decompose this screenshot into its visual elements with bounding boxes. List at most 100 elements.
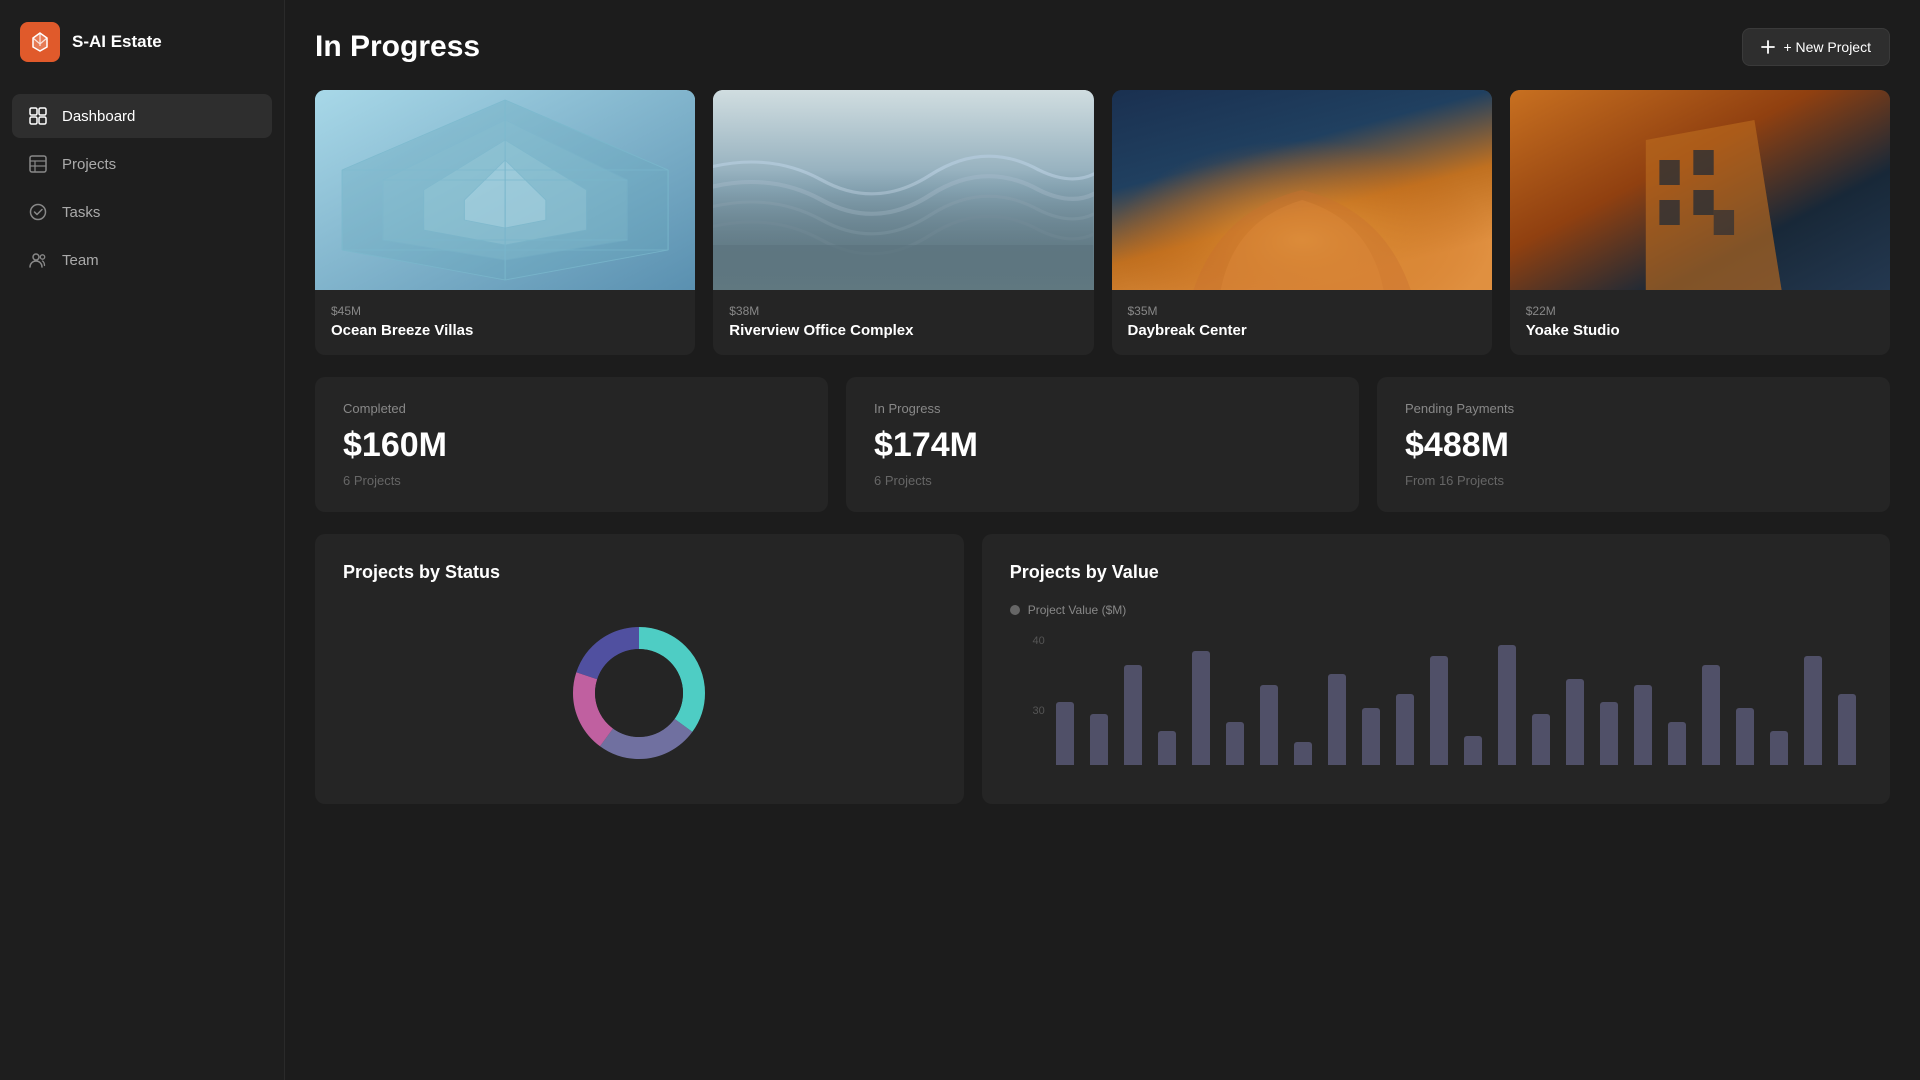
bar bbox=[1464, 736, 1482, 765]
bar bbox=[1634, 685, 1652, 765]
stat-card-in-progress: In Progress $174M 6 Projects bbox=[846, 377, 1359, 512]
project-cards-grid: $45M Ocean Breeze Villas bbox=[315, 90, 1890, 355]
sidebar: S-AI Estate Dashboard bbox=[0, 0, 285, 1080]
bar bbox=[1566, 679, 1584, 765]
project-card-1-image bbox=[315, 90, 695, 290]
legend-dot bbox=[1010, 605, 1020, 615]
bar bbox=[1260, 685, 1278, 765]
project-card-4-name: Yoake Studio bbox=[1526, 322, 1874, 339]
sidebar-item-projects[interactable]: Projects bbox=[12, 142, 272, 186]
project-card-3-price: $35M bbox=[1128, 304, 1476, 318]
project-card-4-image bbox=[1510, 90, 1890, 290]
project-card-4-info: $22M Yoake Studio bbox=[1510, 290, 1890, 355]
app-logo: S-AI Estate bbox=[0, 0, 284, 84]
bar-group bbox=[1220, 722, 1250, 765]
stat-completed-label: Completed bbox=[343, 401, 800, 416]
bar-group bbox=[1560, 679, 1590, 765]
new-project-button[interactable]: + New Project bbox=[1742, 28, 1890, 66]
bar bbox=[1226, 722, 1244, 765]
bar bbox=[1600, 702, 1618, 765]
project-card-1-info: $45M Ocean Breeze Villas bbox=[315, 290, 695, 355]
bar-group bbox=[1356, 708, 1386, 765]
bar bbox=[1192, 651, 1210, 765]
plus-icon bbox=[1761, 40, 1775, 54]
app-name: S-AI Estate bbox=[72, 32, 162, 52]
project-card-1[interactable]: $45M Ocean Breeze Villas bbox=[315, 90, 695, 355]
bar-group bbox=[1390, 694, 1420, 765]
bar-group bbox=[1458, 736, 1488, 765]
y-label-30: 30 bbox=[1010, 705, 1045, 717]
sidebar-item-dashboard-label: Dashboard bbox=[62, 108, 135, 125]
page-title: In Progress bbox=[315, 30, 480, 64]
bar bbox=[1770, 731, 1788, 765]
bar bbox=[1158, 731, 1176, 765]
main-content: In Progress + New Project bbox=[285, 0, 1920, 1080]
page-header: In Progress + New Project bbox=[315, 28, 1890, 66]
bar-group bbox=[1492, 645, 1522, 765]
bar-group bbox=[1730, 708, 1760, 765]
stats-row: Completed $160M 6 Projects In Progress $… bbox=[315, 377, 1890, 512]
sidebar-nav: Dashboard Projects Tasks bbox=[0, 84, 284, 292]
bar-group bbox=[1662, 722, 1692, 765]
project-card-3-image bbox=[1112, 90, 1492, 290]
bar bbox=[1056, 702, 1074, 765]
project-card-4[interactable]: $22M Yoake Studio bbox=[1510, 90, 1890, 355]
table-icon bbox=[28, 154, 48, 174]
stat-progress-label: In Progress bbox=[874, 401, 1331, 416]
sidebar-item-team[interactable]: Team bbox=[12, 238, 272, 282]
sidebar-item-tasks[interactable]: Tasks bbox=[12, 190, 272, 234]
check-circle-icon bbox=[28, 202, 48, 222]
sidebar-item-dashboard[interactable]: Dashboard bbox=[12, 94, 272, 138]
bar bbox=[1124, 665, 1142, 765]
legend-label: Project Value ($M) bbox=[1028, 603, 1126, 617]
project-card-1-name: Ocean Breeze Villas bbox=[331, 322, 679, 339]
charts-row: Projects by Status bbox=[315, 534, 1890, 804]
stat-completed-sub: 6 Projects bbox=[343, 473, 800, 488]
bar bbox=[1328, 674, 1346, 765]
project-card-3-info: $35M Daybreak Center bbox=[1112, 290, 1492, 355]
bar bbox=[1668, 722, 1686, 765]
stat-pending-label: Pending Payments bbox=[1405, 401, 1862, 416]
project-card-2-image bbox=[713, 90, 1093, 290]
project-card-2-info: $38M Riverview Office Complex bbox=[713, 290, 1093, 355]
bar bbox=[1702, 665, 1720, 765]
y-axis: 40 30 bbox=[1010, 635, 1045, 775]
project-card-1-price: $45M bbox=[331, 304, 679, 318]
chart-status-title: Projects by Status bbox=[343, 562, 936, 583]
bar-group bbox=[1118, 665, 1148, 765]
bar-group bbox=[1798, 656, 1828, 765]
stat-card-completed: Completed $160M 6 Projects bbox=[315, 377, 828, 512]
stat-completed-value: $160M bbox=[343, 426, 800, 465]
bar-group bbox=[1186, 651, 1216, 765]
project-card-4-price: $22M bbox=[1526, 304, 1874, 318]
chart-value-title: Projects by Value bbox=[1010, 562, 1862, 583]
stat-progress-sub: 6 Projects bbox=[874, 473, 1331, 488]
bar bbox=[1804, 656, 1822, 765]
new-project-label: + New Project bbox=[1783, 39, 1871, 55]
logo-icon bbox=[20, 22, 60, 62]
project-card-2[interactable]: $38M Riverview Office Complex bbox=[713, 90, 1093, 355]
grid-icon bbox=[28, 106, 48, 126]
bar-chart bbox=[1010, 635, 1862, 765]
bar-group bbox=[1526, 714, 1556, 765]
stat-pending-value: $488M bbox=[1405, 426, 1862, 465]
bar bbox=[1396, 694, 1414, 765]
bar-group bbox=[1628, 685, 1658, 765]
bar-group bbox=[1254, 685, 1284, 765]
bar-group bbox=[1764, 731, 1794, 765]
bar-group bbox=[1288, 742, 1318, 765]
sidebar-item-tasks-label: Tasks bbox=[62, 204, 100, 221]
bar bbox=[1532, 714, 1550, 765]
sidebar-item-projects-label: Projects bbox=[62, 156, 116, 173]
bar bbox=[1090, 714, 1108, 765]
bar bbox=[1430, 656, 1448, 765]
stat-pending-sub: From 16 Projects bbox=[1405, 473, 1862, 488]
sidebar-item-team-label: Team bbox=[62, 252, 99, 269]
bar-group bbox=[1050, 702, 1080, 765]
bar bbox=[1294, 742, 1312, 765]
project-card-2-price: $38M bbox=[729, 304, 1077, 318]
bar bbox=[1838, 694, 1856, 765]
project-card-3[interactable]: $35M Daybreak Center bbox=[1112, 90, 1492, 355]
bar-group bbox=[1152, 731, 1182, 765]
bar-chart-wrapper: 40 30 bbox=[1010, 635, 1862, 775]
